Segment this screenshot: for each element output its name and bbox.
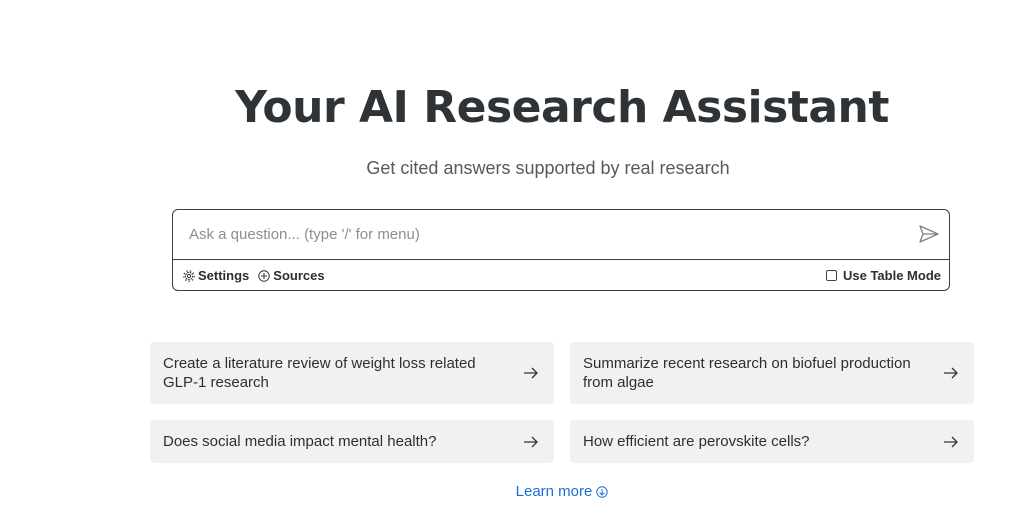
search-footer: Settings Sources Use Table Mode <box>173 260 949 291</box>
suggestion-card[interactable]: Create a literature review of weight los… <box>150 342 554 404</box>
page-subtitle: Get cited answers supported by real rese… <box>366 158 730 178</box>
suggestion-card[interactable]: Summarize recent research on biofuel pro… <box>570 342 974 404</box>
suggestion-text: Create a literature review of weight los… <box>163 355 476 391</box>
settings-button[interactable]: Settings <box>183 268 249 283</box>
search-box: Settings Sources Use Table Mode <box>172 209 950 291</box>
page-title: Your AI Research Assistant <box>235 82 889 133</box>
arrow-right-icon <box>522 436 540 448</box>
suggestion-text: How efficient are perovskite cells? <box>583 433 810 450</box>
sources-button[interactable]: Sources <box>258 268 325 283</box>
learn-more-link[interactable]: Learn more <box>0 483 1024 500</box>
send-arrow-icon <box>919 225 939 243</box>
arrow-right-icon <box>942 367 960 379</box>
table-mode-toggle[interactable]: Use Table Mode <box>825 268 941 283</box>
settings-label: Settings <box>198 268 250 283</box>
plus-circle-icon <box>258 269 270 282</box>
send-button[interactable] <box>917 222 941 246</box>
table-mode-label: Use Table Mode <box>842 268 941 283</box>
arrow-right-icon <box>522 367 540 379</box>
suggestion-card[interactable]: Does social media impact mental health? <box>150 420 554 463</box>
suggestion-text: Does social media impact mental health? <box>163 433 437 450</box>
suggestion-card[interactable]: How efficient are perovskite cells? <box>570 420 974 463</box>
gear-icon <box>183 269 195 282</box>
sources-label: Sources <box>273 268 325 283</box>
suggestion-text: Summarize recent research on biofuel pro… <box>583 355 911 391</box>
arrow-right-icon <box>942 436 960 448</box>
arrow-down-circle-icon <box>596 485 609 498</box>
learn-more-label: Learn more <box>515 483 593 500</box>
search-input[interactable] <box>173 210 893 258</box>
table-mode-checkbox[interactable] <box>825 270 837 281</box>
